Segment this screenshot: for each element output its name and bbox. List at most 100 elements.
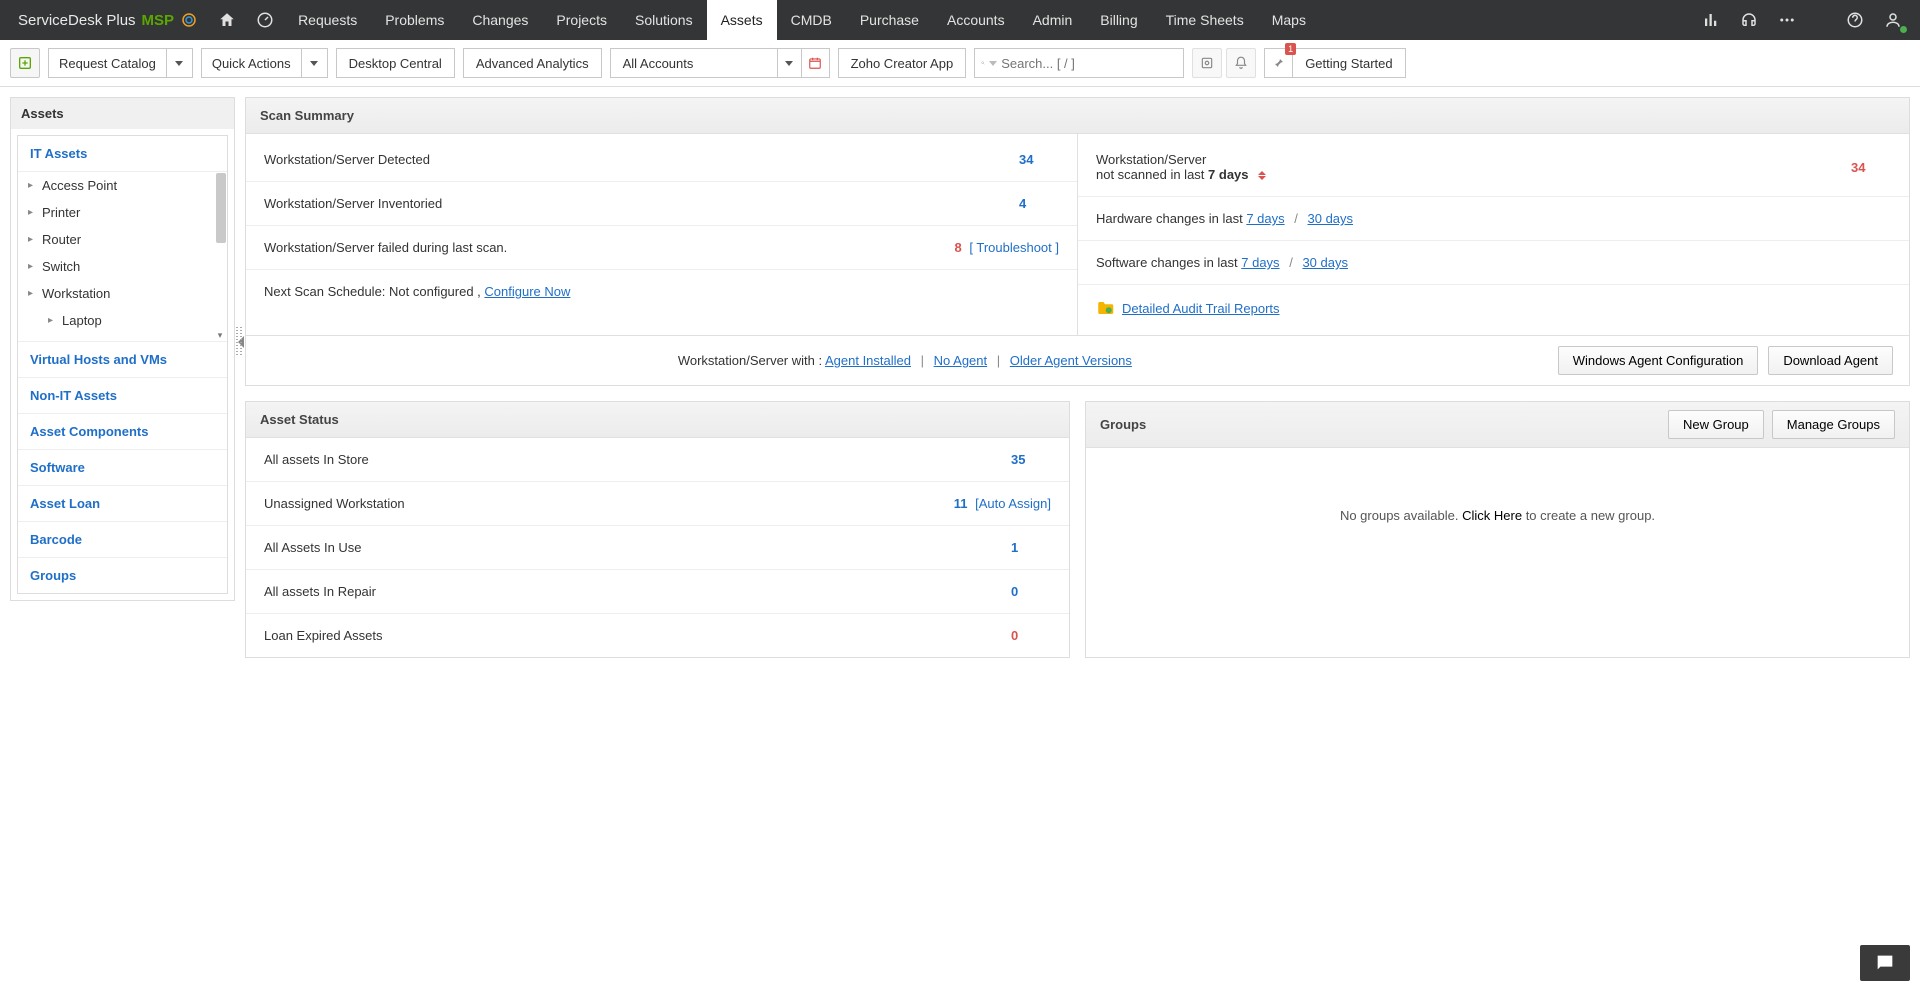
sort-toggle-icon[interactable] (1258, 171, 1266, 180)
getting-started-label: Getting Started (1293, 56, 1404, 71)
reports-icon[interactable] (1692, 0, 1730, 40)
manage-groups-button[interactable]: Manage Groups (1772, 410, 1895, 439)
request-catalog-label[interactable]: Request Catalog (48, 48, 167, 78)
nav-admin[interactable]: Admin (1019, 0, 1087, 40)
row-in-store[interactable]: All assets In Store 35 (246, 438, 1069, 482)
tree-printer[interactable]: ▸Printer (18, 199, 227, 226)
nav-changes[interactable]: Changes (458, 0, 542, 40)
zoho-creator-button[interactable]: Zoho Creator App (838, 48, 967, 78)
row-unassigned-ws[interactable]: Unassigned Workstation 11 [Auto Assign] (246, 482, 1069, 526)
sw-7days-link[interactable]: 7 days (1241, 255, 1279, 270)
advanced-analytics-button[interactable]: Advanced Analytics (463, 48, 602, 78)
tree-desktop[interactable]: ▸Desktop (18, 334, 227, 342)
download-agent-button[interactable]: Download Agent (1768, 346, 1893, 375)
global-search[interactable] (974, 48, 1184, 78)
home-icon[interactable] (208, 0, 246, 40)
agent-installed-link[interactable]: Agent Installed (825, 353, 911, 368)
row-not-scanned[interactable]: Workstation/Server not scanned in last 7… (1078, 138, 1909, 197)
nav-purchase[interactable]: Purchase (846, 0, 933, 40)
windows-agent-config-button[interactable]: Windows Agent Configuration (1558, 346, 1759, 375)
nav-projects[interactable]: Projects (542, 0, 621, 40)
click-here-link[interactable]: Click Here (1462, 508, 1522, 523)
auto-assign-link[interactable]: [Auto Assign] (975, 496, 1051, 511)
hw-30days-link[interactable]: 30 days (1308, 211, 1354, 226)
nav-timesheets[interactable]: Time Sheets (1152, 0, 1258, 40)
groups-empty-state: No groups available. Click Here to creat… (1086, 448, 1909, 628)
new-request-icon[interactable] (10, 48, 40, 78)
nav-solutions[interactable]: Solutions (621, 0, 707, 40)
support-headset-icon[interactable] (1730, 0, 1768, 40)
account-selector[interactable]: All Accounts (610, 48, 830, 78)
scan-summary-title: Scan Summary (246, 98, 1909, 134)
tree-laptop[interactable]: ▸Laptop (18, 307, 227, 334)
row-ws-inventoried[interactable]: Workstation/Server Inventoried 4 (246, 182, 1077, 226)
brand-suffix: MSP (142, 12, 175, 29)
asset-status-card: Asset Status All assets In Store 35 Unas… (245, 401, 1070, 658)
sidebar-item-it-assets[interactable]: IT Assets (18, 136, 227, 172)
quick-actions-label[interactable]: Quick Actions (201, 48, 302, 78)
tree-scrollbar[interactable] (216, 173, 226, 243)
configure-now-link[interactable]: Configure Now (484, 284, 570, 299)
account-selector-caret[interactable] (777, 49, 801, 77)
sidebar-item-groups[interactable]: Groups (18, 558, 227, 593)
sw-30days-link[interactable]: 30 days (1302, 255, 1348, 270)
groups-title: Groups (1100, 417, 1146, 432)
nav-billing[interactable]: Billing (1086, 0, 1151, 40)
chat-icon (1874, 952, 1896, 974)
row-ws-failed[interactable]: Workstation/Server failed during last sc… (246, 226, 1077, 270)
no-agent-link[interactable]: No Agent (934, 353, 988, 368)
nav-cmdb[interactable]: CMDB (777, 0, 846, 40)
new-group-button[interactable]: New Group (1668, 410, 1764, 439)
account-calendar-icon[interactable] (801, 49, 829, 77)
row-loan-expired[interactable]: Loan Expired Assets 0 (246, 614, 1069, 657)
tree-scroll-down[interactable]: ▾ (215, 330, 225, 340)
nav-accounts[interactable]: Accounts (933, 0, 1019, 40)
collapse-sidebar-handle[interactable] (236, 327, 246, 357)
row-in-use[interactable]: All Assets In Use 1 (246, 526, 1069, 570)
pin-icon: 1 (1265, 49, 1293, 77)
troubleshoot-link[interactable]: [ Troubleshoot ] (969, 240, 1059, 255)
nav-problems[interactable]: Problems (371, 0, 458, 40)
chat-fab[interactable] (1860, 945, 1910, 981)
sub-toolbar: Request Catalog Quick Actions Desktop Ce… (0, 40, 1920, 87)
quick-actions-dropdown[interactable]: Quick Actions (201, 48, 328, 78)
search-icon (981, 56, 985, 70)
brand-swirl-icon (180, 11, 198, 29)
notification-bell-icon[interactable] (1226, 48, 1256, 78)
tree-switch[interactable]: ▸Switch (18, 253, 227, 280)
sidebar-item-virtual-hosts[interactable]: Virtual Hosts and VMs (18, 342, 227, 378)
sidebar-item-non-it-assets[interactable]: Non-IT Assets (18, 378, 227, 414)
tree-access-point[interactable]: ▸Access Point (18, 172, 227, 199)
hw-7days-link[interactable]: 7 days (1246, 211, 1284, 226)
audit-reports-link[interactable]: Detailed Audit Trail Reports (1122, 301, 1280, 316)
nav-assets[interactable]: Assets (707, 0, 777, 40)
dashboard-gauge-icon[interactable] (246, 0, 284, 40)
sidebar-item-asset-components[interactable]: Asset Components (18, 414, 227, 450)
tree-router[interactable]: ▸Router (18, 226, 227, 253)
sidebar-item-asset-loan[interactable]: Asset Loan (18, 486, 227, 522)
scan-icon[interactable] (1192, 48, 1222, 78)
sidebar-item-software[interactable]: Software (18, 450, 227, 486)
brand-prefix: ServiceDesk Plus (18, 12, 136, 29)
sidebar-item-barcode[interactable]: Barcode (18, 522, 227, 558)
more-icon[interactable] (1768, 0, 1806, 40)
brand-logo[interactable]: ServiceDesk Plus MSP (8, 11, 208, 29)
quick-actions-caret[interactable] (302, 48, 328, 78)
search-input[interactable] (1001, 56, 1177, 71)
request-catalog-caret[interactable] (167, 48, 193, 78)
row-in-repair[interactable]: All assets In Repair 0 (246, 570, 1069, 614)
getting-started-button[interactable]: 1 Getting Started (1264, 48, 1405, 78)
desktop-central-button[interactable]: Desktop Central (336, 48, 455, 78)
nav-maps[interactable]: Maps (1258, 0, 1320, 40)
assets-side-panel: Assets IT Assets ▸Access Point ▸Printer … (10, 97, 235, 601)
nav-requests[interactable]: Requests (284, 0, 371, 40)
row-ws-detected[interactable]: Workstation/Server Detected 34 (246, 138, 1077, 182)
scan-summary-actionbar: Workstation/Server with : Agent Installe… (246, 335, 1909, 385)
older-agent-link[interactable]: Older Agent Versions (1010, 353, 1132, 368)
row-audit-reports: Detailed Audit Trail Reports (1078, 285, 1909, 331)
profile-icon[interactable] (1874, 0, 1912, 40)
top-nav: ServiceDesk Plus MSP Requests Problems C… (0, 0, 1920, 40)
request-catalog-dropdown[interactable]: Request Catalog (48, 48, 193, 78)
help-icon[interactable] (1836, 0, 1874, 40)
tree-workstation[interactable]: ▸Workstation (18, 280, 227, 307)
